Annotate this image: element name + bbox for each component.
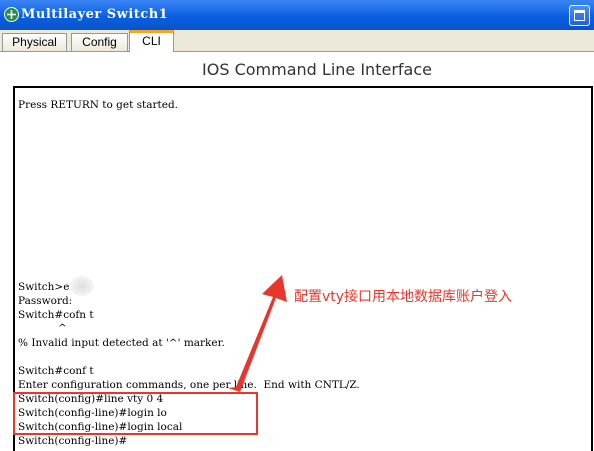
annotation-highlight-box [13,392,258,435]
terminal-line: Password: [18,295,73,307]
tab-physical[interactable]: Physical [2,33,67,51]
switch-icon [4,7,19,22]
terminal-line: Press RETURN to get started. [18,99,179,111]
terminal-line: Switch#conf t [18,365,94,377]
terminal-line: % Invalid input detected at '^' marker. [18,337,225,349]
terminal-line: Enter configuration commands, one per li… [18,379,360,391]
cli-heading: IOS Command Line Interface [202,60,432,79]
terminal-line: Switch>e [18,281,70,293]
terminal-line: Switch#cofn t [18,309,94,321]
cursor-blur [70,276,94,296]
tab-cli[interactable]: CLI [129,30,174,52]
terminal-prompt[interactable]: Switch(config-line)# [18,435,127,447]
maximize-icon [574,10,585,21]
terminal-line: ^ [18,322,67,334]
maximize-button[interactable] [569,5,590,26]
annotation-text: 配置vty接口用本地数据库账户登入 [294,289,513,305]
tab-config[interactable]: Config [71,33,128,51]
window-title: Multilayer Switch1 [21,7,169,22]
window-titlebar: Multilayer Switch1 [0,0,594,30]
